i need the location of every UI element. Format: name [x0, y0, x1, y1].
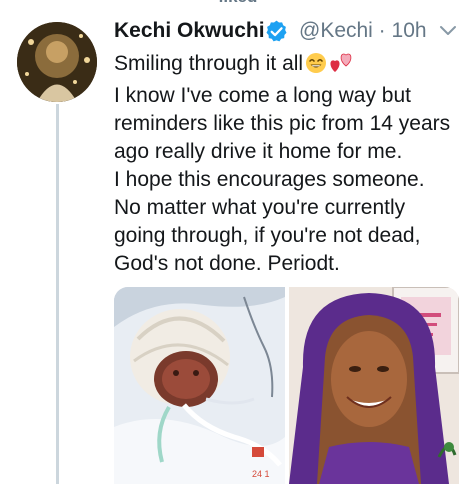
- tweet-media: 24 1: [114, 287, 459, 484]
- tweet-text-line: ago really drive it home for me.: [114, 140, 403, 163]
- selfie-photo[interactable]: [289, 287, 459, 484]
- tweet-header: Kechi Okwuchi @Kechi · 10h: [114, 15, 476, 49]
- tweet-text-line: going through, if you're not dead,: [114, 224, 421, 247]
- tweet-text-line: I hope this encourages someone.: [114, 168, 425, 191]
- chevron-down-icon[interactable]: [439, 24, 457, 38]
- tweet-text: Smiling through it all I know I've come …: [114, 50, 469, 278]
- hospital-photo[interactable]: 24 1: [114, 287, 285, 484]
- avatar-image: [17, 22, 97, 102]
- svg-text:24 1: 24 1: [252, 469, 270, 479]
- verified-badge-icon: [264, 19, 289, 44]
- handle-and-time[interactable]: @Kechi · 10h: [299, 19, 427, 43]
- liked-context-text: liked: [0, 0, 476, 6]
- tweet-text-line: reminders like this pic from 14 years: [114, 112, 451, 135]
- author-name[interactable]: Kechi Okwuchi: [114, 19, 265, 43]
- smiling-face-emoji: [305, 52, 327, 82]
- tweet-text-line: Smiling through it all: [114, 50, 469, 82]
- thread-line: [56, 104, 59, 484]
- two-hearts-emoji: [329, 52, 355, 82]
- avatar[interactable]: [17, 22, 97, 102]
- tweet-text-line: No matter what you're currently: [114, 196, 406, 219]
- tweet-text-line: I know I've come a long way but: [114, 84, 411, 107]
- tweet-text-line: God's not done. Periodt.: [114, 252, 340, 275]
